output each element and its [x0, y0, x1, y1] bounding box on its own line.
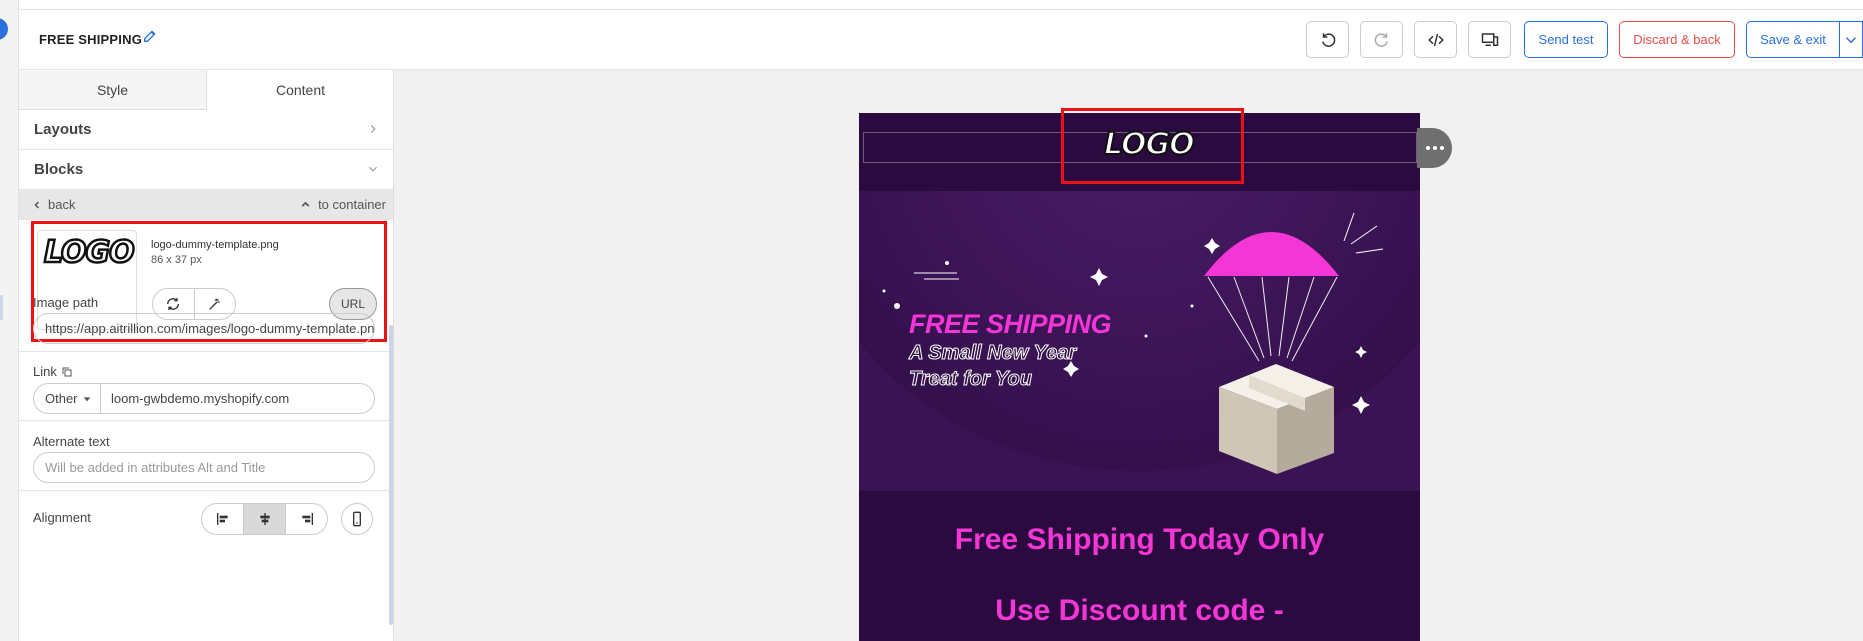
align-right-button[interactable]	[285, 504, 327, 534]
dot	[1439, 146, 1444, 150]
link-label-row: Link	[33, 364, 73, 379]
image-filename: logo-dummy-template.png	[151, 239, 279, 251]
chevron-up-icon	[301, 201, 310, 207]
align-left-icon	[216, 513, 228, 525]
caret-down-icon	[83, 396, 90, 401]
chevron-left-icon	[34, 200, 40, 209]
code-icon	[1427, 33, 1444, 46]
sparkle-icon	[1352, 396, 1370, 414]
image-dimensions: 86 x 37 px	[151, 254, 202, 266]
sparkle-icon	[1355, 346, 1367, 358]
image-path-input[interactable]: https://app.aitrillion.com/images/logo-d…	[33, 313, 375, 344]
banner-title: FREE SHIPPING	[909, 309, 1112, 339]
rail-avatar-dot[interactable]	[0, 18, 8, 40]
redo-button[interactable]	[1360, 21, 1403, 58]
refresh-icon	[167, 298, 180, 310]
blocks-section[interactable]: Blocks	[19, 150, 393, 190]
blocks-label: Blocks	[34, 161, 84, 178]
parachute-canopy	[1204, 232, 1339, 276]
align-right-icon	[301, 513, 313, 525]
panel-tabs: Style Content	[19, 70, 393, 110]
undo-button[interactable]	[1306, 21, 1349, 58]
dot	[1432, 146, 1437, 150]
magic-wand-icon	[208, 298, 220, 310]
desktop-mobile-icon	[1481, 32, 1498, 46]
alignment-group	[201, 503, 328, 535]
redo-icon	[1374, 32, 1388, 47]
link-label: Link	[33, 364, 57, 379]
align-center-icon	[259, 513, 270, 525]
image-path-label: Image path	[33, 295, 99, 310]
chevron-right-icon	[370, 125, 376, 133]
hero-banner[interactable]: FREE SHIPPING A Small New Year Treat for…	[859, 191, 1420, 491]
to-container-link[interactable]: to container	[299, 197, 386, 212]
banner-subtitle-2: Treat for You	[909, 368, 1033, 391]
selected-logo-highlight	[1061, 108, 1244, 184]
rail-scroll-indicator	[0, 295, 3, 320]
discard-back-button[interactable]: Discard & back	[1619, 21, 1735, 58]
align-left-button[interactable]	[202, 504, 243, 534]
alignment-label: Alignment	[33, 510, 91, 525]
headline-free-shipping[interactable]: Free Shipping Today Only	[859, 523, 1420, 557]
save-exit-button[interactable]: Save & exit	[1746, 21, 1840, 58]
code-view-button[interactable]	[1414, 21, 1457, 58]
email-body: Free Shipping Today Only Use Discount co…	[859, 491, 1420, 641]
align-center-button[interactable]	[243, 504, 285, 534]
back-link[interactable]: back	[31, 197, 75, 212]
headline-discount-code[interactable]: Use Discount code -	[859, 594, 1420, 628]
block-nav-row: back to container	[19, 190, 393, 220]
divider	[19, 420, 393, 421]
panel-scrollbar[interactable]	[389, 325, 393, 625]
undo-icon	[1321, 32, 1335, 47]
save-options-dropdown[interactable]	[1840, 21, 1863, 58]
chevron-down-icon	[369, 166, 377, 172]
editor-header: FREE SHIPPING Send test Discard & back S…	[19, 10, 1863, 70]
copy-icon[interactable]	[61, 366, 73, 378]
edit-title-icon[interactable]	[142, 28, 160, 46]
alt-text-input[interactable]: Will be added in attributes Alt and Titl…	[33, 452, 375, 483]
thumbnail-logo-text: LOGO	[43, 234, 136, 272]
layouts-label: Layouts	[34, 121, 92, 138]
template-title: FREE SHIPPING	[39, 32, 143, 47]
link-input-group: Other loom-gwbdemo.myshopify.com	[33, 383, 375, 414]
link-type-select[interactable]: Other	[34, 384, 101, 413]
tab-content[interactable]: Content	[207, 70, 393, 110]
sparkle-icon	[1204, 238, 1220, 254]
link-type-value: Other	[45, 391, 78, 406]
to-container-label: to container	[318, 197, 386, 212]
email-preview: LOGO FREE SHIPPING A Small New Year Trea…	[859, 113, 1420, 641]
sparkle-icon	[1090, 268, 1108, 286]
divider	[19, 351, 393, 352]
left-rail	[0, 0, 19, 641]
back-label: back	[48, 197, 76, 212]
divider	[19, 490, 393, 491]
tab-style[interactable]: Style	[19, 70, 207, 110]
layouts-section[interactable]: Layouts	[19, 110, 393, 150]
mobile-icon	[353, 511, 361, 527]
mobile-settings-button[interactable]	[341, 503, 373, 535]
link-url-input[interactable]: loom-gwbdemo.myshopify.com	[101, 384, 374, 413]
device-preview-button[interactable]	[1468, 21, 1511, 58]
chevron-down-icon	[1845, 36, 1857, 43]
dot	[1425, 146, 1430, 150]
top-strip	[0, 0, 1863, 10]
send-test-button[interactable]: Send test	[1524, 21, 1608, 58]
settings-panel: Style Content Layouts Blocks back to con…	[19, 70, 394, 641]
alt-text-label: Alternate text	[33, 434, 110, 449]
banner-subtitle-1: A Small New Year	[908, 342, 1077, 365]
